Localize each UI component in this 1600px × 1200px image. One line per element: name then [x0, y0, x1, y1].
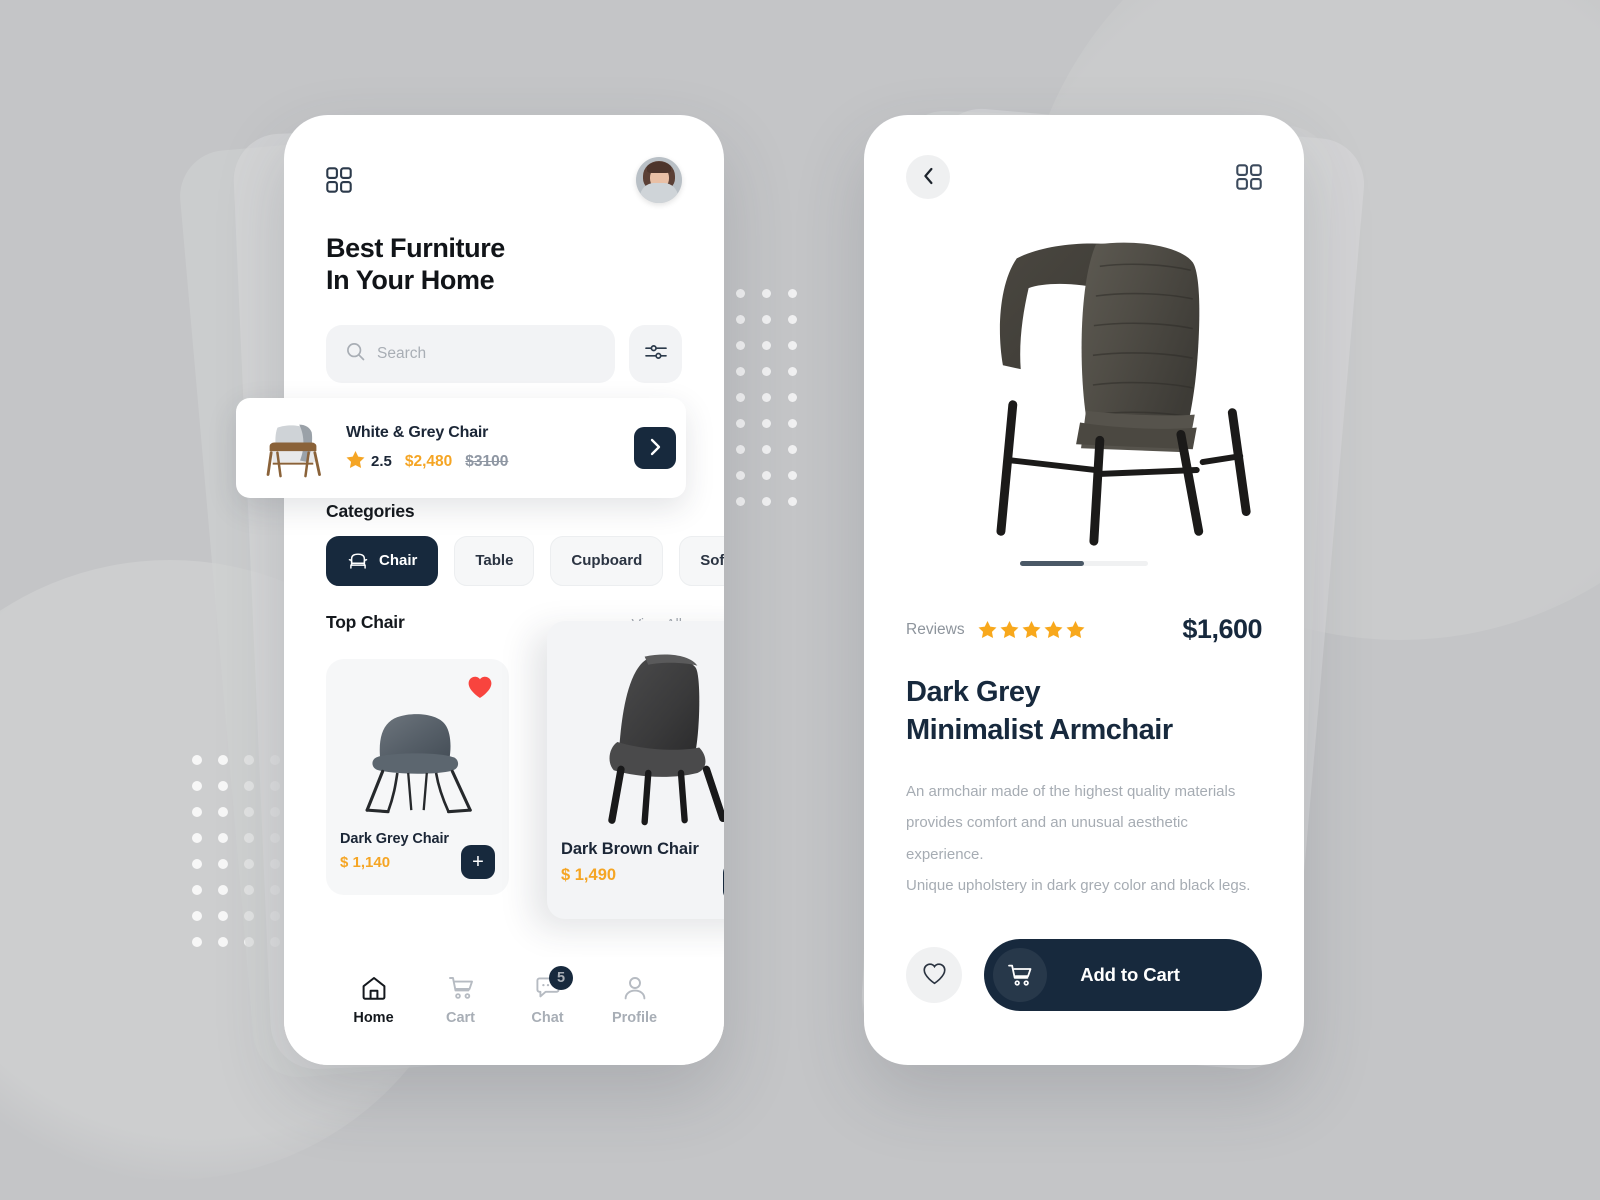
category-chip-cupboard[interactable]: Cupboard: [550, 535, 664, 586]
bottom-navigation: Home Cart Chat 5 Profile: [284, 957, 724, 1065]
product-card[interactable]: Dark Grey Chair $ 1,140 +: [326, 658, 509, 895]
featured-rating-value: 2.5: [371, 453, 392, 470]
image-pager[interactable]: [1020, 561, 1148, 566]
star-icon: [346, 450, 365, 473]
headline-line-2: In Your Home: [326, 264, 495, 295]
cart-icon: [448, 975, 474, 1001]
filter-sliders-icon: [644, 342, 667, 365]
armchair-icon: [347, 551, 369, 571]
featured-product-info: White & Grey Chair 2.5 $2,480 $3100: [346, 424, 620, 473]
home-topbar: [326, 157, 682, 203]
top-chair-title: Top Chair: [326, 611, 405, 632]
product-image: [561, 635, 724, 840]
add-to-cart-button[interactable]: Add to Cart: [984, 939, 1262, 1011]
home-icon: [361, 975, 387, 1001]
chevron-right-icon: [650, 438, 661, 459]
star-icon: [1022, 620, 1041, 639]
star-icon: [1000, 620, 1019, 639]
featured-next-button[interactable]: [634, 427, 676, 469]
description-line: Unique upholstery in dark grey color and…: [906, 877, 1251, 895]
search-row: [326, 324, 682, 383]
featured-product-name: White & Grey Chair: [346, 423, 489, 441]
tab-label: Cart: [445, 1010, 475, 1026]
headline-line-1: Best Furniture: [326, 233, 505, 263]
heart-outline-icon: [922, 962, 947, 988]
tab-label: Chat: [531, 1010, 564, 1026]
featured-old-price: $3100: [465, 452, 509, 470]
page-title: Best Furniture In Your Home: [326, 233, 682, 297]
product-row: Dark Grey Chair $ 1,140 + Dark Brown Cha…: [326, 620, 724, 919]
detail-actions: Add to Cart: [906, 939, 1262, 1011]
featured-product-image: [254, 408, 332, 488]
star-icon: [978, 620, 997, 639]
review-price-row: Reviews $1,600: [906, 614, 1262, 645]
category-chip-sofa[interactable]: Sofa: [679, 535, 724, 586]
star-icon: [1066, 620, 1085, 639]
detail-price: $1,600: [1182, 614, 1262, 644]
description-line: An armchair made of the highest quality …: [906, 782, 1236, 800]
detail-title-line-2: Minimalist Armchair: [906, 714, 1173, 747]
search-input[interactable]: [377, 344, 595, 363]
tab-chat[interactable]: Chat 5: [504, 966, 591, 1026]
search-icon: [346, 342, 365, 366]
detail-title: Dark Grey Minimalist Armchair: [906, 673, 1262, 750]
home-screen: Best Furniture In Your Home Search Categ…: [284, 115, 724, 1065]
description-line: provides comfort and an unusual aestheti…: [906, 814, 1188, 863]
profile-icon: [622, 975, 648, 1001]
product-card[interactable]: Dark Brown Chair $ 1,490 +: [547, 620, 724, 919]
star-rating: [978, 620, 1085, 639]
featured-price: $2,480: [404, 452, 453, 470]
add-to-cart-button[interactable]: +: [461, 844, 495, 879]
reviews-label: Reviews: [906, 620, 965, 638]
category-list: Chair Table Cupboard Sofa: [326, 535, 724, 586]
hero-product-image: [906, 213, 1262, 553]
back-button[interactable]: [906, 155, 950, 199]
tab-badge: 5: [549, 966, 573, 990]
filter-button[interactable]: [629, 324, 682, 383]
category-chip-table[interactable]: Table: [454, 535, 535, 586]
category-label: Sofa: [700, 552, 724, 570]
reviews-block[interactable]: Reviews: [906, 620, 1085, 639]
detail-description: An armchair made of the highest quality …: [906, 776, 1262, 902]
tab-label: Home: [353, 1010, 394, 1026]
detail-topbar: [906, 155, 1262, 199]
product-image: [340, 673, 495, 831]
tab-home[interactable]: Home: [330, 975, 417, 1026]
add-to-cart-button[interactable]: +: [723, 862, 724, 901]
favorite-button[interactable]: [906, 947, 962, 1003]
cart-icon: [993, 948, 1047, 1002]
grid-icon[interactable]: [326, 167, 352, 193]
tab-cart[interactable]: Cart: [417, 975, 504, 1026]
dot-pattern-right: [736, 289, 814, 523]
featured-product-card[interactable]: White & Grey Chair 2.5 $2,480 $3100: [236, 398, 686, 498]
search-box[interactable]: [326, 324, 615, 383]
add-to-cart-label: Add to Cart: [1080, 964, 1180, 985]
chevron-left-icon: [923, 167, 934, 188]
product-price: $ 1,490: [561, 865, 617, 884]
image-pager-active: [1020, 561, 1084, 566]
favorite-filled-icon[interactable]: [467, 675, 493, 704]
category-chip-chair[interactable]: Chair: [326, 535, 439, 586]
category-label: Table: [475, 552, 514, 570]
category-label: Chair: [379, 552, 418, 570]
product-name: Dark Brown Chair: [561, 839, 699, 858]
categories-title: Categories: [326, 500, 415, 521]
category-label: Cupboard: [571, 552, 643, 570]
detail-screen: Reviews $1,600 Dark Grey Minimalist Armc…: [864, 115, 1304, 1065]
star-icon: [1044, 620, 1063, 639]
tab-profile[interactable]: Profile: [591, 975, 678, 1026]
grid-icon[interactable]: [1236, 164, 1262, 190]
avatar[interactable]: [636, 157, 682, 203]
detail-title-line-1: Dark Grey: [906, 676, 1041, 708]
featured-rating: 2.5: [346, 450, 392, 473]
tab-label: Profile: [611, 1010, 658, 1026]
